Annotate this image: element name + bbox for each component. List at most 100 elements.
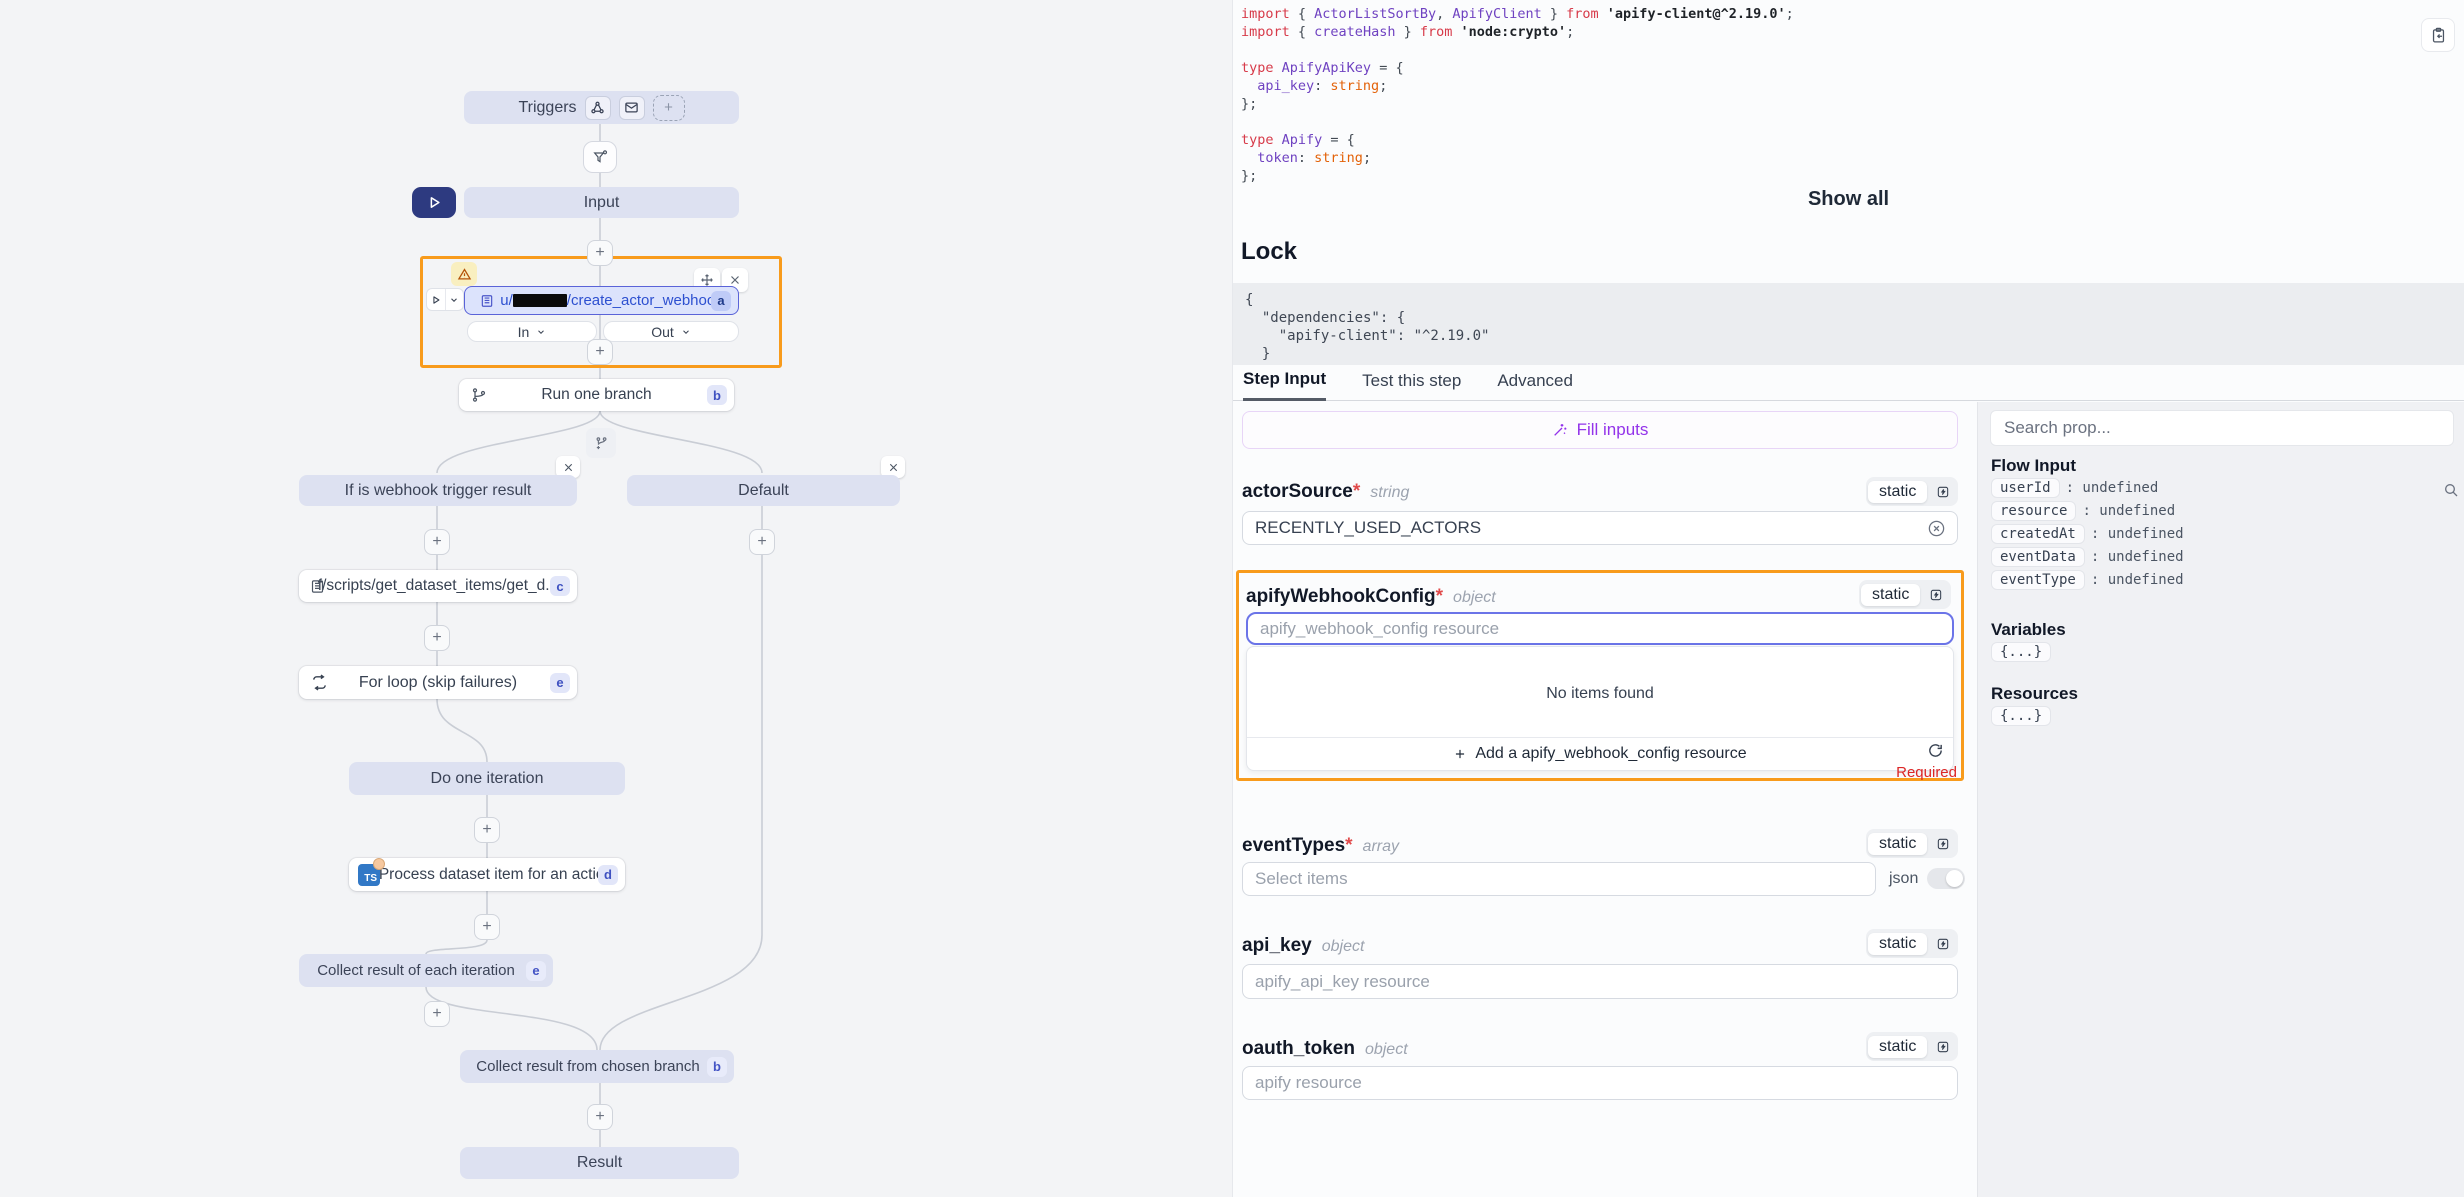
add-step-button[interactable]: + — [474, 817, 500, 843]
step-badge-e: e — [550, 673, 570, 693]
node-branch-default[interactable]: Default — [627, 475, 900, 506]
step-out-selector[interactable]: Out — [603, 321, 739, 342]
static-mode-pill[interactable]: static — [1868, 833, 1927, 855]
process-step-label: Process dataset item for an action — [379, 866, 613, 884]
static-mode-pill[interactable]: static — [1868, 933, 1927, 955]
tab-step-input[interactable]: Step Input — [1243, 369, 1326, 401]
input-mode-toggle[interactable]: static — [1859, 580, 1951, 609]
node-get-dataset-items[interactable]: f/scripts/get_dataset_items/get_d... c — [299, 570, 577, 602]
step-badge-b2: b — [707, 1057, 727, 1077]
node-input[interactable]: Input — [464, 187, 739, 218]
node-triggers[interactable]: Triggers + — [464, 91, 739, 124]
node-do-one-iteration[interactable]: Do one iteration — [349, 762, 625, 795]
step-badge-e2: e — [526, 961, 546, 981]
node-run-one-branch[interactable]: Run one branch b — [459, 379, 734, 411]
do-iteration-label: Do one iteration — [431, 770, 544, 788]
flow-input-heading: Flow Input — [1991, 456, 2076, 476]
add-step-button[interactable]: + — [587, 339, 613, 365]
refresh-resources-icon[interactable] — [1927, 742, 1944, 764]
static-mode-pill[interactable]: static — [1868, 1036, 1927, 1058]
email-trigger-icon[interactable] — [619, 96, 645, 120]
input-mode-toggle[interactable]: static — [1866, 477, 1958, 506]
node-create-actor-webhook[interactable]: u/ /create_actor_webhook a — [464, 286, 739, 315]
javascript-mode-icon[interactable] — [1929, 837, 1956, 851]
input-mode-toggle[interactable]: static — [1866, 829, 1958, 858]
step-badge-a: a — [711, 291, 731, 311]
javascript-mode-icon[interactable] — [1929, 937, 1956, 951]
json-toggle-label: json — [1889, 870, 1918, 888]
show-all-button[interactable]: Show all — [1233, 188, 2464, 211]
input-node-label: Input — [584, 194, 620, 212]
run-one-branch-label: Run one branch — [541, 386, 651, 404]
flow-input-prop-eventData[interactable]: eventData: undefined — [1991, 547, 2184, 567]
code-editor[interactable]: import { ActorListSortBy, ApifyClient } … — [1241, 5, 1794, 185]
add-trigger-button[interactable]: + — [653, 95, 685, 121]
webhook-path-prefix: u/ — [500, 292, 513, 309]
add-step-button[interactable]: + — [424, 625, 450, 651]
result-label: Result — [577, 1154, 622, 1172]
fill-inputs-button[interactable]: Fill inputs — [1242, 411, 1958, 449]
static-mode-pill[interactable]: static — [1868, 481, 1927, 503]
node-process-dataset-item[interactable]: TS Process dataset item for an action d — [349, 858, 625, 891]
webhook-trigger-icon[interactable] — [585, 96, 611, 120]
clear-value-icon[interactable] — [1927, 519, 1946, 538]
input-mode-toggle[interactable]: static — [1866, 929, 1958, 958]
field-label-oauth-token: oauth_tokenobject — [1242, 1038, 1408, 1060]
run-step-chevron-icon[interactable] — [446, 289, 464, 310]
javascript-mode-icon[interactable] — [1929, 1040, 1956, 1054]
add-step-button[interactable]: + — [424, 1001, 450, 1027]
step-tabs: Step Input Test this step Advanced — [1233, 370, 2464, 401]
flow-canvas[interactable]: Triggers + Input — [0, 0, 1232, 1197]
lock-file-content: { "dependencies": { "apify-client": "^2.… — [1233, 283, 2464, 365]
static-mode-pill[interactable]: static — [1861, 584, 1920, 606]
node-collect-iteration[interactable]: Collect result of each iteration e — [299, 954, 553, 987]
run-step-split-button[interactable] — [426, 288, 464, 311]
flow-input-prop-resource[interactable]: resource: undefined — [1991, 501, 2175, 521]
tab-advanced[interactable]: Advanced — [1497, 371, 1573, 400]
fill-inputs-label: Fill inputs — [1577, 420, 1649, 440]
variables-heading: Variables — [1991, 620, 2066, 640]
magic-wand-icon — [1552, 422, 1568, 438]
search-icon[interactable] — [2443, 482, 2459, 503]
loop-icon — [311, 674, 328, 691]
javascript-mode-icon[interactable] — [1922, 588, 1949, 602]
webhook-config-resource-input[interactable]: apify_webhook_config resource — [1246, 612, 1954, 645]
add-step-button[interactable]: + — [424, 529, 450, 555]
flow-input-prop-userId[interactable]: userId: undefined — [1991, 478, 2158, 498]
add-branch-button[interactable] — [586, 428, 616, 458]
search-prop-input[interactable]: Search prop... — [1990, 410, 2454, 446]
oauth-token-resource-input[interactable]: apify resource — [1242, 1066, 1958, 1100]
chevron-down-icon — [536, 327, 546, 337]
run-step-play-icon[interactable] — [427, 289, 446, 310]
node-for-loop[interactable]: For loop (skip failures) e — [299, 666, 577, 699]
plus-icon — [1453, 747, 1467, 761]
run-flow-button[interactable] — [412, 187, 456, 218]
flow-input-prop-createdAt[interactable]: createdAt: undefined — [1991, 524, 2184, 544]
json-toggle[interactable] — [1927, 868, 1965, 889]
collect-iteration-label: Collect result of each iteration — [317, 962, 515, 979]
flow-input-prop-eventType[interactable]: eventType: undefined — [1991, 570, 2184, 590]
step-badge-c: c — [550, 576, 570, 596]
add-step-button[interactable]: + — [474, 914, 500, 940]
actorSource-input[interactable]: RECENTLY_USED_ACTORS — [1242, 511, 1958, 545]
redacted-username — [513, 294, 567, 307]
step-badge-b: b — [707, 385, 727, 405]
add-step-button[interactable]: + — [587, 240, 613, 266]
node-collect-branch[interactable]: Collect result from chosen branch b — [460, 1050, 734, 1083]
add-step-button[interactable]: + — [749, 529, 775, 555]
warning-icon — [451, 262, 477, 286]
add-resource-button[interactable]: Add a apify_webhook_config resource — [1247, 737, 1953, 770]
api-key-resource-input[interactable]: apify_api_key resource — [1242, 964, 1958, 999]
input-mode-toggle[interactable]: static — [1866, 1032, 1958, 1061]
tab-test-this-step[interactable]: Test this step — [1362, 371, 1461, 400]
paste-icon[interactable] — [2421, 18, 2455, 52]
resources-chip[interactable]: {...} — [1991, 706, 2051, 726]
javascript-mode-icon[interactable] — [1929, 485, 1956, 499]
variables-chip[interactable]: {...} — [1991, 642, 2051, 662]
node-branch-if[interactable]: If is webhook trigger result — [299, 475, 577, 506]
input-filter-icon[interactable] — [583, 141, 617, 173]
add-step-button[interactable]: + — [587, 1104, 613, 1130]
step-in-selector[interactable]: In — [467, 321, 597, 342]
eventTypes-select[interactable]: Select items — [1242, 862, 1876, 896]
node-result[interactable]: Result — [460, 1147, 739, 1179]
